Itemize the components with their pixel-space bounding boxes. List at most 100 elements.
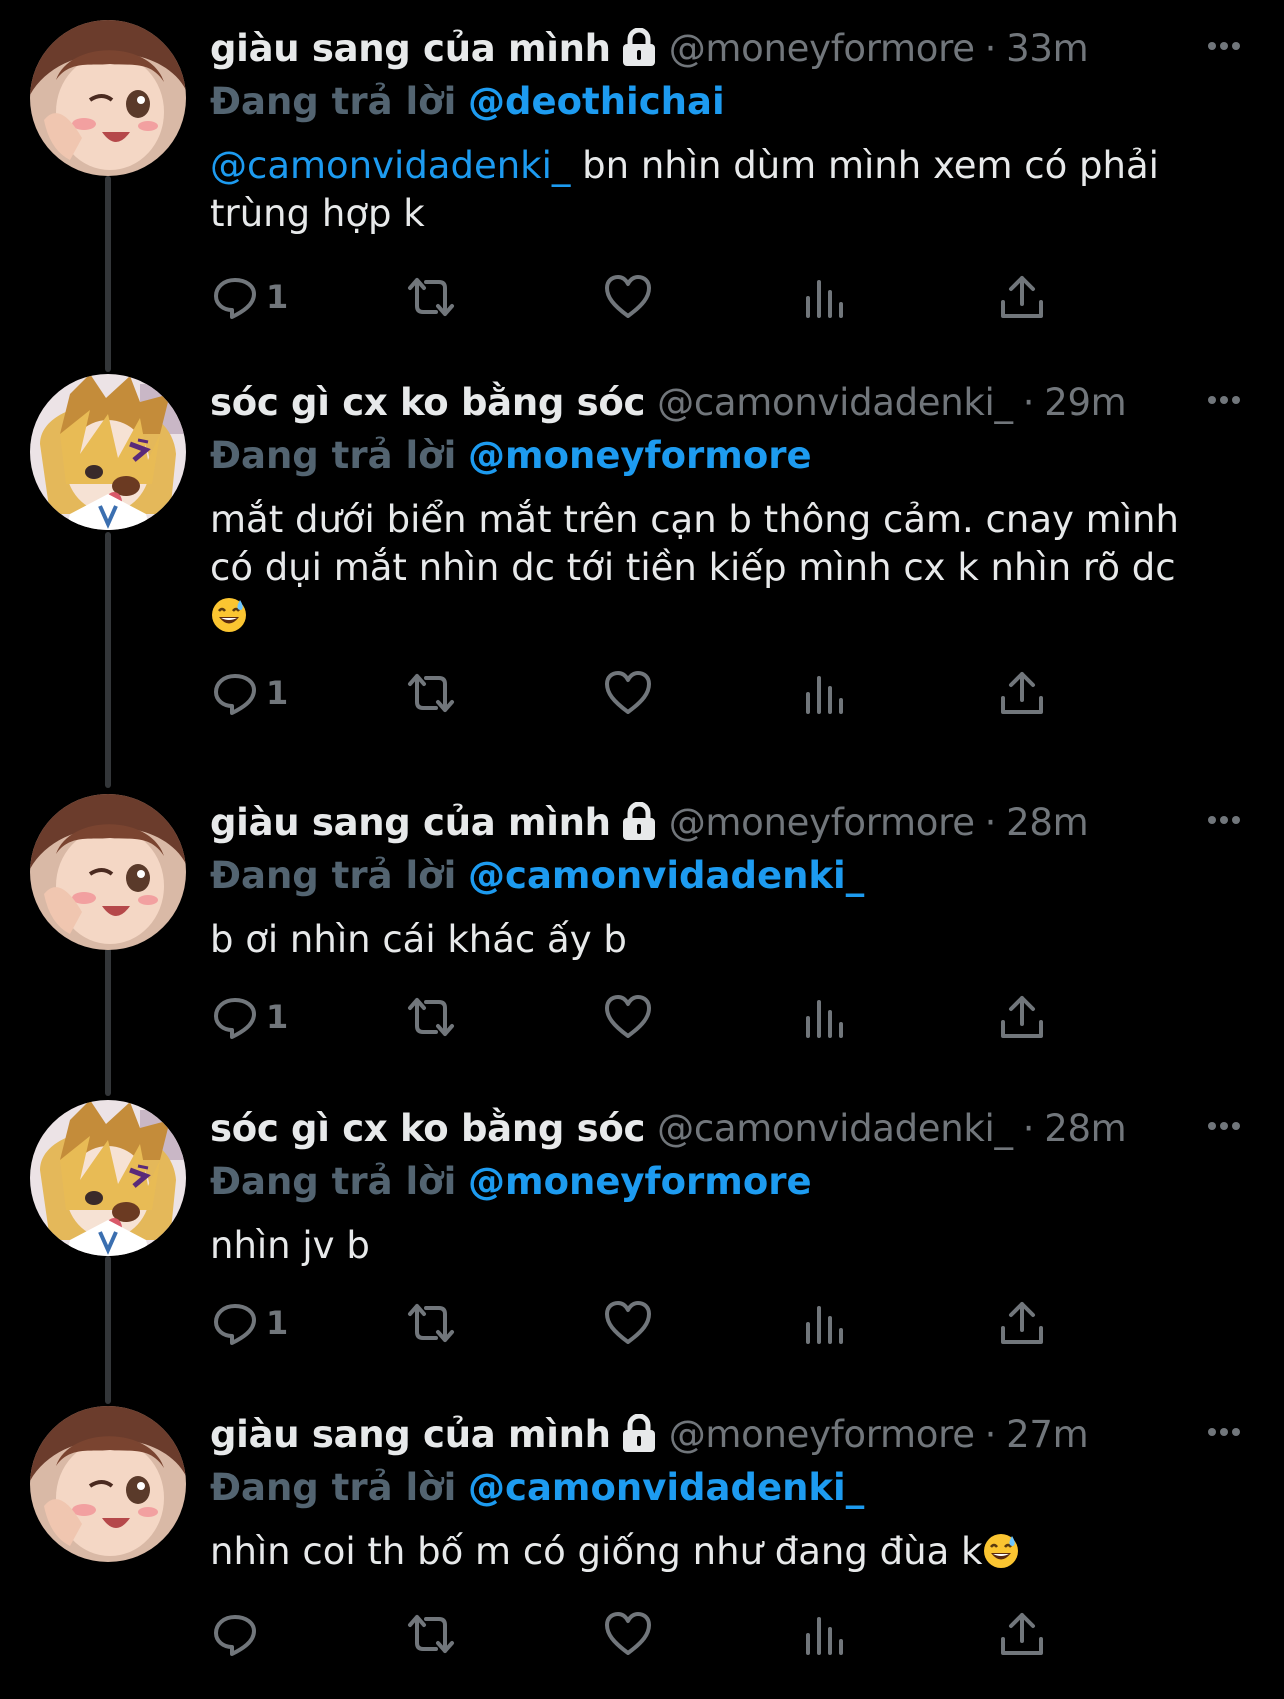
- replying-prefix: Đang trả lời: [210, 434, 457, 477]
- avatar[interactable]: [30, 794, 186, 950]
- thread-line: [105, 1256, 111, 1404]
- views-icon: [806, 280, 843, 318]
- replying-prefix: Đang trả lời: [210, 80, 457, 123]
- more-icon[interactable]: [1204, 800, 1244, 840]
- display-name[interactable]: sóc gì cx ko bằng sóc: [210, 1107, 645, 1150]
- reply-to-mention[interactable]: @moneyformore: [468, 1160, 812, 1203]
- tweet-text: b ơi nhìn cái khác ấy b: [210, 916, 1244, 964]
- views-icon: [806, 676, 843, 714]
- views-icon: [806, 1000, 843, 1038]
- thread-line: [105, 532, 111, 788]
- like-button[interactable]: [603, 663, 653, 723]
- views-button[interactable]: [800, 1604, 850, 1664]
- share-button[interactable]: [997, 663, 1047, 723]
- more-icon[interactable]: [1204, 380, 1244, 420]
- timestamp[interactable]: 33m: [1006, 27, 1089, 70]
- reply-count: 1: [266, 998, 289, 1036]
- reply-to-mention[interactable]: @deothichai: [468, 80, 725, 123]
- reply-button[interactable]: 1: [210, 987, 288, 1047]
- avatar[interactable]: [30, 1100, 186, 1256]
- reply-to-mention[interactable]: @moneyformore: [468, 434, 812, 477]
- avatar-blonde-boy-icon: [30, 1100, 186, 1256]
- reply-count: 1: [266, 1304, 289, 1342]
- timestamp[interactable]: 28m: [1044, 1107, 1127, 1150]
- tweet-text-body: nhìn coi th bố m có giống như đang đùa k: [210, 1530, 983, 1573]
- like-button[interactable]: [603, 1604, 653, 1664]
- timestamp[interactable]: 28m: [1006, 801, 1089, 844]
- reply-icon: [214, 278, 256, 319]
- like-icon: [605, 275, 651, 318]
- views-button[interactable]: [800, 1293, 850, 1353]
- separator-dot: ·: [984, 800, 997, 844]
- user-handle[interactable]: @camonvidadenki_: [657, 381, 1013, 424]
- tweet-text-body: mắt dưới biển mắt trên cạn b thông cảm. …: [210, 498, 1179, 589]
- views-button[interactable]: [800, 267, 850, 327]
- reply-button[interactable]: [210, 1604, 266, 1664]
- avatar[interactable]: [30, 1406, 186, 1562]
- like-icon: [605, 1612, 651, 1655]
- action-bar: 1: [210, 663, 1130, 723]
- avatar[interactable]: [30, 374, 186, 530]
- reply-button[interactable]: 1: [210, 267, 288, 327]
- retweet-icon: [408, 1615, 454, 1653]
- reply-icon: [214, 998, 256, 1039]
- sweat-smile-emoji: [210, 596, 248, 634]
- user-handle[interactable]: @camonvidadenki_: [657, 1107, 1013, 1150]
- retweet-icon: [408, 1304, 454, 1342]
- views-button[interactable]: [800, 987, 850, 1047]
- tweet-text: @camonvidadenki_ bn nhìn dùm mình xem có…: [210, 142, 1244, 238]
- mention-link[interactable]: @camonvidadenki_: [210, 144, 570, 187]
- replying-prefix: Đang trả lời: [210, 854, 457, 897]
- share-icon: [1001, 996, 1043, 1038]
- user-handle[interactable]: @moneyformore: [669, 1413, 975, 1456]
- replying-to: Đang trả lời @deothichai: [210, 76, 1244, 128]
- views-icon: [806, 1617, 843, 1655]
- avatar-girl-icon: [30, 1406, 186, 1562]
- views-button[interactable]: [800, 663, 850, 723]
- share-button[interactable]: [997, 1293, 1047, 1353]
- action-bar: 1: [210, 1293, 1130, 1353]
- display-name[interactable]: giàu sang của mình: [210, 801, 611, 844]
- display-name[interactable]: sóc gì cx ko bằng sóc: [210, 381, 645, 424]
- separator-dot: ·: [984, 1412, 997, 1456]
- retweet-button[interactable]: [406, 1293, 456, 1353]
- display-name[interactable]: giàu sang của mình: [210, 27, 611, 70]
- retweet-button[interactable]: [406, 1604, 456, 1664]
- retweet-button[interactable]: [406, 267, 456, 327]
- separator-dot: ·: [1022, 380, 1035, 424]
- timestamp[interactable]: 29m: [1044, 381, 1127, 424]
- avatar-girl-icon: [30, 794, 186, 950]
- more-icon[interactable]: [1204, 26, 1244, 66]
- action-bar: 1: [210, 267, 1130, 327]
- replying-prefix: Đang trả lời: [210, 1160, 457, 1203]
- more-icon[interactable]: [1204, 1106, 1244, 1146]
- thread-line: [105, 176, 111, 372]
- more-icon[interactable]: [1204, 1412, 1244, 1452]
- tweet-text: mắt dưới biển mắt trên cạn b thông cảm. …: [210, 496, 1244, 640]
- retweet-button[interactable]: [406, 987, 456, 1047]
- share-button[interactable]: [997, 987, 1047, 1047]
- like-button[interactable]: [603, 1293, 653, 1353]
- reply-to-mention[interactable]: @camonvidadenki_: [468, 854, 864, 897]
- share-button[interactable]: [997, 267, 1047, 327]
- reply-count: 1: [266, 674, 289, 712]
- user-handle[interactable]: @moneyformore: [669, 27, 975, 70]
- share-icon: [1001, 672, 1043, 714]
- avatar[interactable]: [30, 20, 186, 176]
- sweat-smile-emoji: [982, 1532, 1020, 1570]
- reply-to-mention[interactable]: @camonvidadenki_: [468, 1466, 864, 1509]
- reply-button[interactable]: 1: [210, 1293, 288, 1353]
- timestamp[interactable]: 27m: [1006, 1413, 1089, 1456]
- reply-button[interactable]: 1: [210, 663, 288, 723]
- tweet-text-body: b ơi nhìn cái khác ấy b: [210, 918, 627, 961]
- replying-to: Đang trả lời @moneyformore: [210, 1156, 1244, 1208]
- thread-line: [105, 948, 111, 1096]
- display-name[interactable]: giàu sang của mình: [210, 1413, 611, 1456]
- like-button[interactable]: [603, 987, 653, 1047]
- like-button[interactable]: [603, 267, 653, 327]
- replying-prefix: Đang trả lời: [210, 1466, 457, 1509]
- retweet-button[interactable]: [406, 663, 456, 723]
- avatar-girl-icon: [30, 20, 186, 176]
- share-button[interactable]: [997, 1604, 1047, 1664]
- user-handle[interactable]: @moneyformore: [669, 801, 975, 844]
